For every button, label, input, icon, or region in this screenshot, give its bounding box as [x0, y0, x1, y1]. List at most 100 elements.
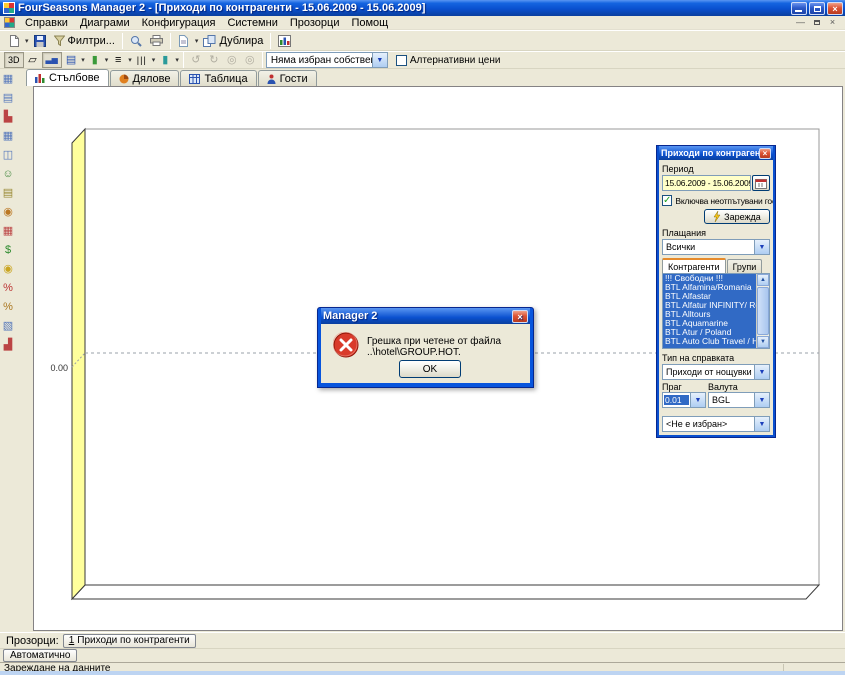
threshold-combo-arrow-icon[interactable]: ▼ [690, 393, 705, 407]
scroll-thumb[interactable] [757, 287, 769, 335]
calendar-button[interactable] [752, 175, 770, 191]
duplicate-button[interactable]: Дублира [199, 32, 267, 50]
rotate-ccw-icon: ↺ [191, 55, 200, 66]
include-guests-checkbox[interactable]: ✓ [662, 195, 672, 206]
payments-select[interactable]: Всички ▼ [662, 239, 770, 255]
load-button[interactable]: Зарежда [704, 209, 770, 224]
h-grid-icon: ≡ [115, 55, 121, 66]
payments-icon[interactable]: ◉ [1, 205, 15, 219]
open-window-button[interactable]: 1 Приходи по контрагенти [63, 634, 196, 648]
export-button[interactable] [174, 32, 194, 50]
filter-icon [54, 35, 65, 46]
invoice-printer-icon[interactable]: ▤ [1, 186, 15, 200]
menu-diagrams[interactable]: Диаграми [74, 16, 136, 30]
report-document-icon[interactable]: ▤ [1, 91, 15, 105]
currency-icon[interactable]: $ [1, 243, 15, 257]
filter-label: Филтри... [68, 35, 115, 47]
saved-report-select-arrow-icon[interactable]: ▼ [754, 417, 769, 431]
menu-system[interactable]: Системни [221, 16, 283, 30]
error-dialog: Manager 2 × Грешка при четене от файла .… [317, 307, 534, 388]
currency-select[interactable]: BGL ▼ [708, 392, 770, 408]
h-gridlines-button[interactable]: ≡ [109, 52, 127, 68]
report-type-select[interactable]: Приходи от нощувки ▼ [662, 364, 770, 380]
ok-button[interactable]: OK [399, 360, 461, 378]
mdi-restore-button[interactable] [810, 17, 823, 28]
tab-guests-label: Гости [280, 73, 308, 85]
menu-windows[interactable]: Прозорци [284, 16, 346, 30]
guest-stats-icon[interactable]: ▟ [1, 338, 15, 352]
print-button[interactable] [146, 32, 167, 50]
export-chart-icon[interactable]: ▧ [1, 319, 15, 333]
currency-select-arrow-icon[interactable]: ▼ [754, 393, 769, 407]
chart-icon [278, 35, 291, 47]
guests-icon[interactable]: ☺ [1, 167, 15, 181]
cancel-percent-icon[interactable]: % [1, 281, 15, 295]
saved-report-select[interactable]: <Не е избран> ▼ [662, 416, 770, 432]
tab-table[interactable]: Таблица [180, 70, 256, 86]
close-button[interactable]: × [827, 2, 843, 15]
duplicate-icon [203, 35, 216, 47]
list-scrollbar[interactable]: ▲ ▼ [756, 274, 769, 348]
v-grid-icon: ||| [137, 56, 147, 65]
tab-guests[interactable]: Гости [258, 70, 317, 86]
chart-window-button[interactable] [274, 32, 295, 50]
tab-bars[interactable]: Стълбове [26, 69, 109, 86]
windows-label: Прозорци: [6, 635, 59, 647]
owner-select-arrow-icon[interactable]: ▼ [372, 53, 387, 67]
menu-help[interactable]: Помощ [345, 16, 394, 30]
restore-button[interactable] [809, 2, 825, 15]
minimize-button[interactable] [791, 2, 807, 15]
select-tool-button[interactable]: ▱ [24, 52, 42, 68]
legend-button[interactable]: ▤ [62, 52, 80, 68]
report-type-select-arrow-icon[interactable]: ▼ [754, 365, 769, 379]
list-item-partial[interactable] [663, 346, 756, 348]
error-message: Грешка при четене от файла ..\hotel\GROU… [367, 336, 526, 358]
report-type-label: Тип на справката [662, 353, 770, 363]
tab-groups[interactable]: Групи [727, 259, 763, 273]
bar-style-button[interactable]: ▃▅ [42, 52, 62, 68]
print-preview-button[interactable] [126, 32, 146, 50]
panel-title-bar[interactable]: Приходи по контрагенти × [659, 146, 773, 160]
zoom-out-3d-button[interactable]: ◎ [241, 52, 259, 68]
scroll-up-icon[interactable]: ▲ [757, 274, 769, 286]
mdi-close-button[interactable]: × [826, 17, 839, 28]
alt-prices-checkbox[interactable] [396, 55, 407, 66]
labels-button[interactable]: ▮ [86, 52, 104, 68]
zoom-out-3d-icon: ◎ [245, 55, 255, 66]
error-icon [333, 332, 359, 358]
automatic-button[interactable]: Автоматично [3, 649, 77, 662]
owner-select[interactable]: Няма избран собственици ▼ [266, 52, 388, 68]
occupancy-grid-icon[interactable]: ▦ [1, 224, 15, 238]
panel-close-button[interactable]: × [759, 148, 771, 159]
dialog-title-bar[interactable]: Manager 2 × [321, 308, 530, 324]
new-report-button[interactable] [4, 32, 24, 50]
scroll-down-icon[interactable]: ▼ [757, 336, 769, 348]
tab-contractors[interactable]: Контрагенти [662, 258, 726, 273]
period-input[interactable]: 15.06.2009 - 15.06.2009 [662, 175, 751, 191]
planner-icon[interactable]: ▦ [1, 72, 15, 86]
tab-pie[interactable]: Дялове [110, 70, 180, 86]
payments-select-arrow-icon[interactable]: ▼ [754, 240, 769, 254]
rotate-ccw-button[interactable]: ↺ [187, 52, 205, 68]
copy-report-icon[interactable]: ◫ [1, 148, 15, 162]
menu-configuration[interactable]: Конфигурация [136, 16, 222, 30]
cylinder-style-button[interactable]: ▮ [156, 52, 174, 68]
threshold-combo[interactable]: 0.01 ▼ [662, 392, 706, 408]
3d-toggle-button[interactable]: 3D [4, 52, 24, 68]
rotate-cw-button[interactable]: ↻ [205, 52, 223, 68]
mdi-minimize-button[interactable]: — [794, 17, 807, 28]
save-button[interactable] [30, 32, 50, 50]
menu-reports[interactable]: Справки [19, 16, 74, 30]
zoom-in-3d-button[interactable]: ◎ [223, 52, 241, 68]
v-gridlines-button[interactable]: ||| [133, 52, 151, 68]
list-item[interactable]: BTL Auto Club Travel / Hunga [663, 337, 756, 346]
dialog-close-button[interactable]: × [512, 310, 528, 323]
deposits-icon[interactable]: ◉ [1, 262, 15, 276]
load-button-label: Зарежда [724, 212, 761, 222]
cylinder-dropdown[interactable]: ▾ [174, 56, 180, 64]
owner-select-value: Няма избран собственици [267, 55, 372, 66]
rates-percent-icon[interactable]: % [1, 300, 15, 314]
bar-chart-icon[interactable]: ▙ [1, 110, 15, 124]
calendar-icon[interactable]: ▦ [1, 129, 15, 143]
filter-button[interactable]: Филтри... [50, 32, 119, 50]
